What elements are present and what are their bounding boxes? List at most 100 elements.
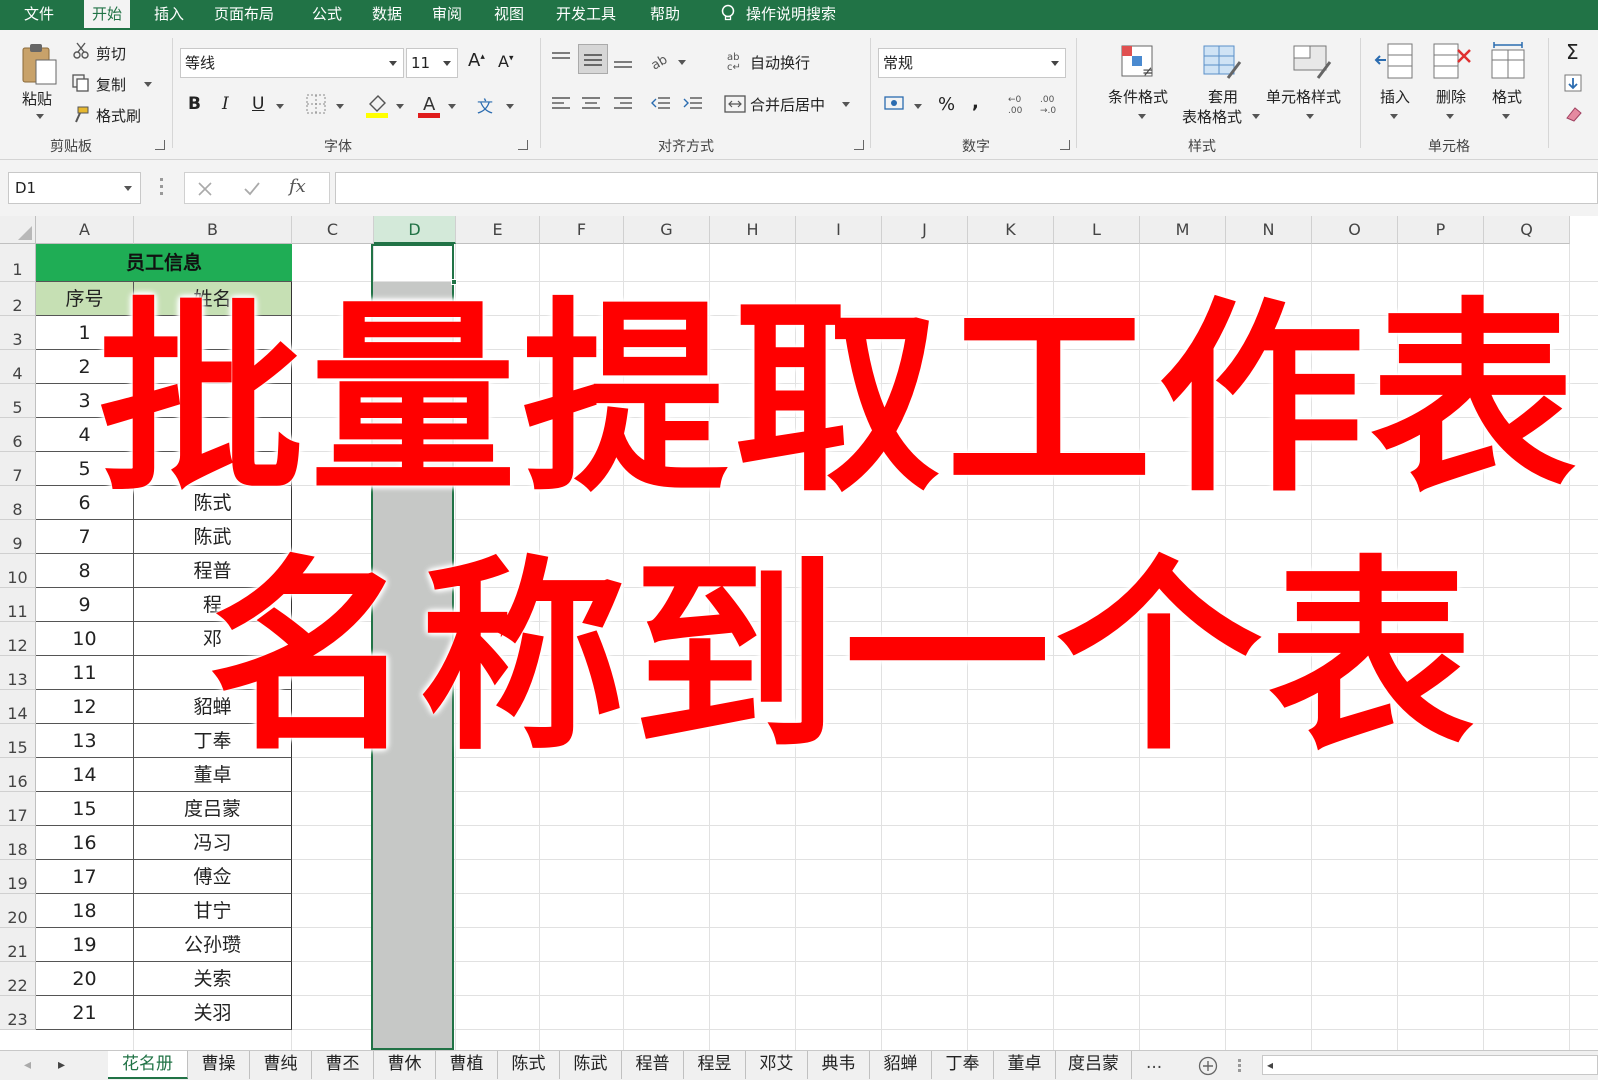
menu-help[interactable]: 帮助 — [642, 0, 688, 30]
format-as-table-button[interactable]: 表格格式 — [1182, 106, 1242, 127]
add-sheet-icon[interactable] — [1198, 1056, 1218, 1076]
font-color-dropdown-caret[interactable] — [448, 104, 456, 109]
sheet-tab[interactable]: 曹植 — [436, 1051, 498, 1079]
conditional-dropdown-caret[interactable] — [1138, 114, 1146, 119]
percent-style-button[interactable]: % — [938, 94, 955, 115]
column-header-h[interactable]: H — [710, 216, 796, 244]
comma-style-button[interactable]: , — [972, 92, 979, 113]
row-header-19[interactable]: 19 — [0, 860, 36, 894]
sheet-tab[interactable]: 邓艾 — [746, 1051, 808, 1079]
column-header-p[interactable]: P — [1398, 216, 1484, 244]
menu-home[interactable]: 开始 — [84, 0, 131, 30]
increase-font-size-icon[interactable]: A▴ — [468, 50, 485, 71]
sheet-tab[interactable]: 董卓 — [994, 1051, 1056, 1079]
row-header-1[interactable]: 1 — [0, 244, 36, 282]
column-header-c[interactable]: C — [292, 216, 374, 244]
column-header-k[interactable]: K — [968, 216, 1054, 244]
phonetic-guide-icon[interactable]: 文 — [476, 92, 498, 116]
row-header-23[interactable]: 23 — [0, 996, 36, 1030]
align-top-icon[interactable] — [550, 50, 572, 68]
fill-color-icon[interactable] — [366, 92, 390, 118]
align-middle-button[interactable] — [578, 44, 608, 74]
menu-developer[interactable]: 开发工具 — [548, 0, 624, 30]
menu-file[interactable]: 文件 — [16, 0, 62, 30]
paste-icon[interactable] — [20, 42, 58, 86]
sheet-tab[interactable]: 程普 — [622, 1051, 684, 1079]
row-header-9[interactable]: 9 — [0, 520, 36, 554]
underline-dropdown-caret[interactable] — [276, 104, 284, 109]
align-left-icon[interactable] — [550, 94, 572, 114]
menu-formulas[interactable]: 公式 — [304, 0, 350, 30]
row-header-14[interactable]: 14 — [0, 690, 36, 724]
row-header-12[interactable]: 12 — [0, 622, 36, 656]
column-header-l[interactable]: L — [1054, 216, 1140, 244]
column-header-e[interactable]: E — [456, 216, 540, 244]
sheet-tab[interactable]: 花名册 — [108, 1051, 188, 1079]
row-header-22[interactable]: 22 — [0, 962, 36, 996]
column-header-d[interactable]: D — [374, 216, 456, 244]
menu-view[interactable]: 视图 — [486, 0, 532, 30]
menu-page-layout[interactable]: 页面布局 — [206, 0, 282, 30]
row-header-16[interactable]: 16 — [0, 758, 36, 792]
row-header-15[interactable]: 15 — [0, 724, 36, 758]
sheet-tab[interactable]: 度吕蒙 — [1056, 1051, 1132, 1079]
column-header-g[interactable]: G — [624, 216, 710, 244]
row-header-5[interactable]: 5 — [0, 384, 36, 418]
autosum-button[interactable]: Σ — [1566, 40, 1579, 64]
increase-indent-icon[interactable] — [682, 94, 704, 114]
menu-review[interactable]: 审阅 — [424, 0, 470, 30]
row-header-4[interactable]: 4 — [0, 350, 36, 384]
number-format-combo[interactable]: 常规 — [878, 48, 1066, 78]
select-all-button[interactable] — [0, 216, 36, 244]
insert-cells-button[interactable]: 插入 — [1380, 86, 1410, 107]
row-header-17[interactable]: 17 — [0, 792, 36, 826]
fill-icon[interactable] — [1564, 74, 1584, 94]
sheet-tab[interactable]: 曹纯 — [250, 1051, 312, 1079]
italic-button[interactable]: I — [222, 94, 229, 114]
format-painter-button[interactable]: 格式刷 — [96, 105, 141, 126]
format-dropdown-caret[interactable] — [1502, 114, 1510, 119]
table-format-dropdown-caret[interactable] — [1252, 114, 1260, 119]
column-header-a[interactable]: A — [36, 216, 134, 244]
delete-cells-button[interactable]: 删除 — [1436, 86, 1466, 107]
increase-decimal-icon[interactable]: ←0.00 — [1006, 92, 1030, 116]
sheet-tab[interactable]: 陈武 — [560, 1051, 622, 1079]
copy-dropdown-caret[interactable] — [144, 82, 152, 87]
column-header-q[interactable]: Q — [1484, 216, 1570, 244]
font-color-icon[interactable]: A — [418, 92, 442, 118]
menu-data[interactable]: 数据 — [364, 0, 410, 30]
row-header-13[interactable]: 13 — [0, 656, 36, 690]
scroll-tabs-right-icon[interactable]: ▸ — [58, 1057, 65, 1073]
sheet-tab[interactable]: 陈式 — [498, 1051, 560, 1079]
sheet-tab[interactable]: 程昱 — [684, 1051, 746, 1079]
column-header-o[interactable]: O — [1312, 216, 1398, 244]
row-header-6[interactable]: 6 — [0, 418, 36, 452]
delete-dropdown-caret[interactable] — [1446, 114, 1454, 119]
paste-dropdown-caret[interactable] — [36, 114, 44, 119]
row-header-3[interactable]: 3 — [0, 316, 36, 350]
row-header-8[interactable]: 8 — [0, 486, 36, 520]
merge-center-button[interactable]: 合并后居中 — [750, 94, 825, 115]
scroll-left-arrow-icon[interactable]: ◂ — [1267, 1058, 1273, 1072]
font-launcher-icon[interactable] — [518, 140, 528, 150]
drag-handle-icon[interactable] — [160, 178, 164, 198]
column-header-i[interactable]: I — [796, 216, 882, 244]
scroll-tabs-left-icon[interactable]: ◂ — [24, 1057, 31, 1073]
format-cells-button[interactable]: 格式 — [1492, 86, 1522, 107]
row-header-10[interactable]: 10 — [0, 554, 36, 588]
insert-function-button[interactable]: fx — [289, 176, 306, 197]
decrease-font-size-icon[interactable]: A▾ — [498, 52, 513, 71]
column-header-m[interactable]: M — [1140, 216, 1226, 244]
sheet-tab[interactable]: 曹操 — [188, 1051, 250, 1079]
cell-styles-dropdown-caret[interactable] — [1306, 114, 1314, 119]
currency-format-icon[interactable] — [884, 94, 908, 114]
tab-split-handle[interactable] — [1238, 1059, 1241, 1073]
font-name-combo[interactable]: 等线 — [180, 48, 404, 78]
sheet-tab[interactable]: 曹丕 — [312, 1051, 374, 1079]
cancel-icon[interactable] — [197, 181, 213, 197]
row-header-2[interactable]: 2 — [0, 282, 36, 316]
column-header-j[interactable]: J — [882, 216, 968, 244]
row-header-18[interactable]: 18 — [0, 826, 36, 860]
row-header-21[interactable]: 21 — [0, 928, 36, 962]
decrease-indent-icon[interactable] — [650, 94, 672, 114]
